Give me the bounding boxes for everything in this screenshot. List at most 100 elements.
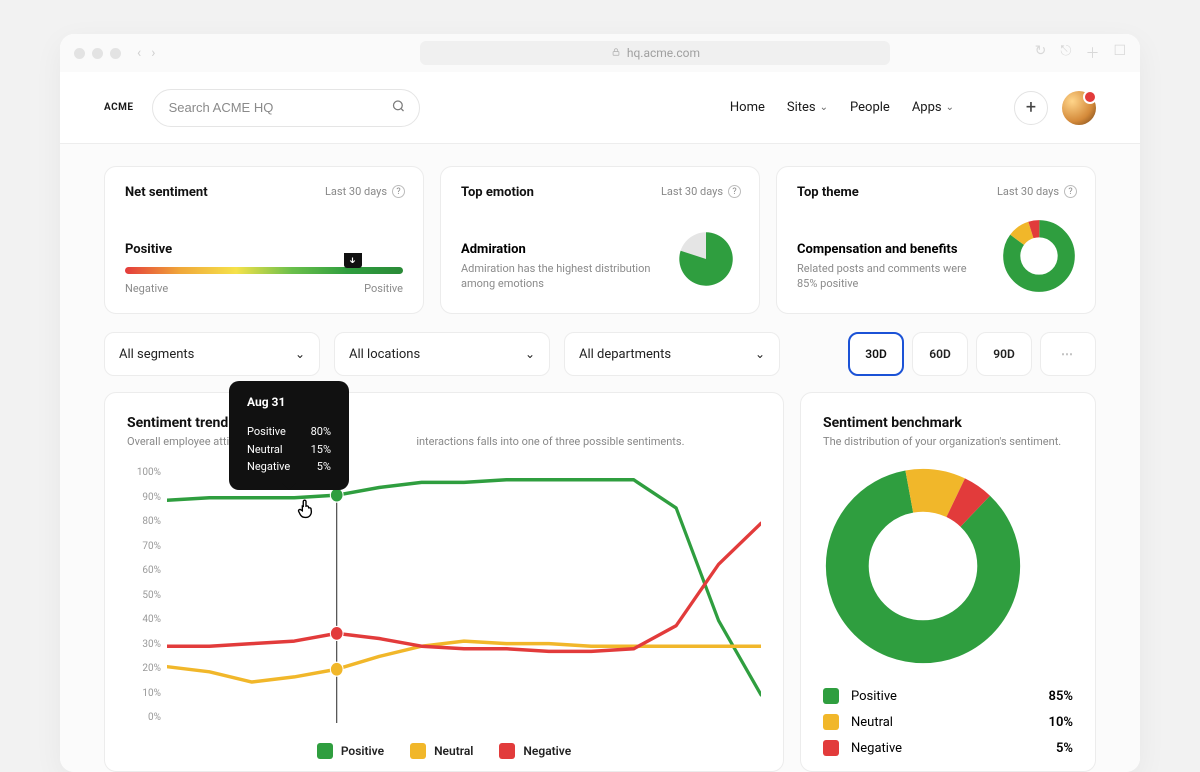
legend-negative: Negative — [499, 743, 571, 759]
help-icon[interactable]: ? — [1064, 185, 1077, 198]
card-top-emotion: Top emotion Last 30 days ? Admiration Ad… — [440, 166, 760, 314]
net-sentiment-bar — [125, 267, 403, 274]
legend-pct: 10% — [1049, 715, 1073, 730]
lock-icon — [611, 46, 621, 60]
window-close-dot[interactable] — [74, 48, 85, 59]
nav-sites[interactable]: Sites⌄ — [787, 100, 828, 115]
range-more[interactable]: ⋯ — [1040, 332, 1096, 376]
window-min-dot[interactable] — [92, 48, 103, 59]
chevron-down-icon: ⌄ — [525, 347, 535, 361]
sentiment-marker-icon — [344, 253, 362, 268]
header-actions: + — [1014, 91, 1096, 125]
help-icon[interactable]: ? — [728, 185, 741, 198]
swatch-negative — [499, 743, 515, 759]
nav-sites-label: Sites — [787, 100, 816, 115]
nav-people-label: People — [850, 100, 890, 115]
browser-right-icons: ↻ ⎋ ＋ ☐ — [1035, 43, 1126, 63]
last30-label: Last 30 days ? — [325, 185, 405, 198]
newtab-icon[interactable]: ＋ — [1085, 43, 1099, 63]
tabs-icon[interactable]: ☐ — [1113, 43, 1126, 63]
chevron-down-icon: ⌄ — [946, 102, 954, 113]
swatch-positive — [317, 743, 333, 759]
card-net-sentiment: Net sentiment Last 30 days ? Positive Ne… — [104, 166, 424, 314]
search-icon[interactable] — [391, 98, 406, 117]
legend-row-negative: Negative5% — [823, 740, 1073, 756]
top-emotion-desc: Admiration has the highest distribution … — [461, 261, 659, 292]
nav-apps-label: Apps — [912, 100, 942, 115]
filter-segments[interactable]: All segments ⌄ — [104, 332, 320, 376]
plot-area[interactable] — [167, 467, 761, 723]
search-input[interactable] — [152, 89, 420, 127]
legend-positive: Positive — [317, 743, 384, 759]
top-emotion-heading: Admiration — [461, 242, 659, 257]
swatch-negative — [823, 740, 839, 756]
tooltip-label: Positive — [247, 423, 286, 441]
legend-label: Positive — [341, 744, 384, 758]
filter-locations-label: All locations — [349, 347, 420, 362]
trend-chart-svg — [167, 467, 761, 723]
tooltip-row: Positive 80% — [247, 423, 331, 441]
tooltip-label: Neutral — [247, 441, 283, 459]
tooltip-row: Negative5% — [247, 458, 331, 476]
legend-label: Negative — [523, 744, 571, 758]
benchmark-legend: Positive 85% Neutral 10% Negative5% — [823, 688, 1073, 756]
swatch-neutral — [410, 743, 426, 759]
chevron-down-icon: ⌄ — [755, 347, 765, 361]
neg-axis-label: Negative — [125, 282, 168, 295]
range-30d[interactable]: 30D — [848, 332, 904, 376]
cursor-icon — [295, 497, 317, 519]
legend-neutral: Neutral — [410, 743, 473, 759]
nav-home-label: Home — [730, 100, 765, 115]
last30-text: Last 30 days — [325, 185, 387, 198]
range-90d-label: 90D — [993, 347, 1015, 361]
card-top-theme: Top theme Last 30 days ? Compensation an… — [776, 166, 1096, 314]
top-emotion-pie — [673, 226, 739, 292]
range-30d-label: 30D — [865, 347, 887, 361]
filter-locations[interactable]: All locations ⌄ — [334, 332, 550, 376]
filters-row: All segments ⌄ All locations ⌄ All depar… — [104, 332, 1096, 376]
last30-label: Last 30 days ? — [661, 185, 741, 198]
avatar[interactable] — [1062, 91, 1096, 125]
nav-links: Home Sites⌄ People Apps ⌄ — [730, 100, 954, 115]
legend-label: Negative — [851, 741, 902, 756]
traffic-lights — [74, 48, 121, 59]
back-icon[interactable]: ‹ — [137, 45, 141, 61]
trend-legend: Positive Neutral Negative — [105, 743, 783, 759]
legend-label: Positive — [851, 689, 897, 704]
legend-label: Neutral — [851, 715, 893, 730]
tooltip-value: 15% — [311, 441, 331, 459]
swatch-positive — [823, 688, 839, 704]
range-90d[interactable]: 90D — [976, 332, 1032, 376]
tooltip-row: Neutral 15% — [247, 441, 331, 459]
nav-people[interactable]: People — [850, 100, 890, 115]
filter-departments[interactable]: All departments ⌄ — [564, 332, 780, 376]
top-theme-donut — [1003, 220, 1075, 292]
reload-icon[interactable]: ↻ — [1035, 43, 1047, 63]
nav-apps[interactable]: Apps ⌄ — [912, 100, 954, 115]
y-axis-labels: 100%90%80%70%60%50%40%30%20%10%0% — [127, 467, 167, 723]
legend-row-neutral: Neutral 10% — [823, 714, 1073, 730]
browser-chrome: ‹ › hq.acme.com ↻ ⎋ ＋ ☐ — [60, 34, 1140, 72]
tooltip-date: Aug 31 — [247, 395, 331, 409]
top-theme-desc: Related posts and comments were 85% posi… — [797, 261, 989, 292]
logo[interactable]: ACME — [104, 102, 134, 113]
filter-segments-label: All segments — [119, 347, 194, 362]
url-bar[interactable]: hq.acme.com — [420, 41, 890, 65]
chevron-down-icon: ⌄ — [295, 347, 305, 361]
search-wrap — [152, 89, 420, 127]
legend-pct: 85% — [1049, 689, 1073, 704]
legend-row-positive: Positive 85% — [823, 688, 1073, 704]
tooltip-value: 80% — [311, 423, 331, 441]
benchmark-title: Sentiment benchmark — [823, 415, 1073, 431]
last30-label: Last 30 days ? — [997, 185, 1077, 198]
range-60d[interactable]: 60D — [912, 332, 968, 376]
content: Net sentiment Last 30 days ? Positive Ne… — [60, 144, 1140, 772]
window-max-dot[interactable] — [110, 48, 121, 59]
forward-icon[interactable]: › — [151, 45, 155, 61]
add-button[interactable]: + — [1014, 91, 1048, 125]
swatch-neutral — [823, 714, 839, 730]
summary-cards: Net sentiment Last 30 days ? Positive Ne… — [104, 166, 1096, 314]
help-icon[interactable]: ? — [392, 185, 405, 198]
nav-home[interactable]: Home — [730, 100, 765, 115]
share-icon[interactable]: ⎋ — [1060, 43, 1071, 63]
